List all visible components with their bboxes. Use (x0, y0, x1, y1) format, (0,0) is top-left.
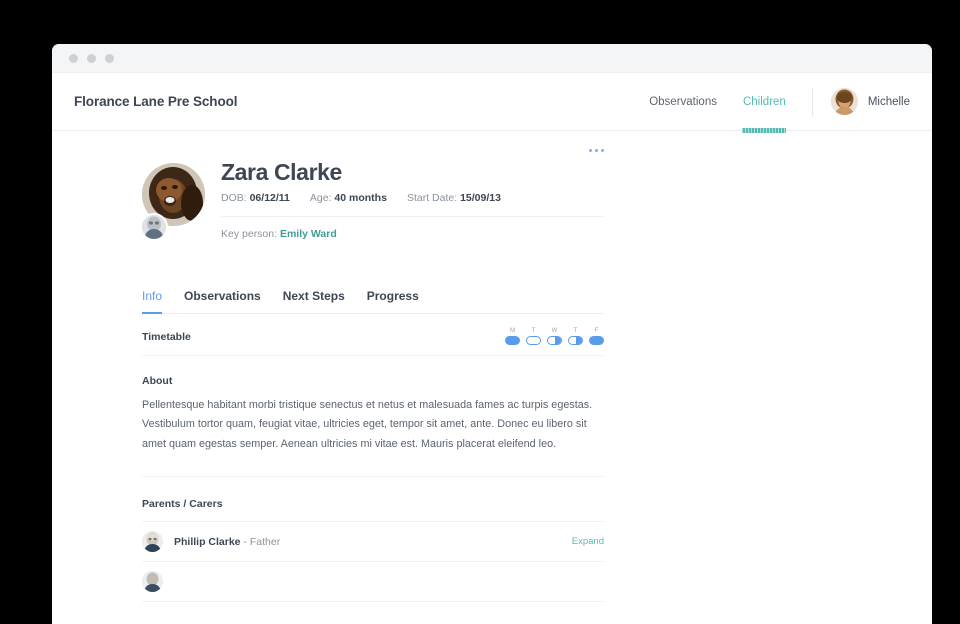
day-letter: W (551, 327, 558, 334)
traffic-light-dot-2[interactable] (87, 53, 96, 63)
divider (221, 215, 604, 217)
parent-name: Phillip Clarke - Father (174, 536, 280, 548)
kebab-dot-2 (595, 149, 598, 152)
avatar (830, 88, 858, 115)
meta-start-date-label: Start Date: (406, 191, 458, 204)
tab-observations-label: Observations (184, 288, 261, 303)
nav-item-observations[interactable]: Observations (649, 73, 717, 130)
day-letter: F (594, 327, 599, 334)
about-title: About (142, 374, 173, 387)
profile-tabs: Info Observations Next Steps Progress (142, 289, 604, 314)
tab-info-label: Info (142, 288, 163, 303)
tab-next-steps-label: Next Steps (282, 288, 345, 303)
key-person-label: Key person: (221, 227, 278, 240)
about-section: About Pellentesque habitant morbi tristi… (142, 356, 604, 478)
app-brand-title: Florance Lane Pre School (74, 94, 238, 109)
tab-progress-label: Progress (366, 288, 419, 303)
avatar[interactable] (140, 212, 168, 241)
meta-dob: DOB: 06/12/11 (221, 192, 290, 204)
meta-age-label: Age: (309, 191, 332, 204)
meta-age-value: 40 months (334, 191, 387, 204)
nav-item-children-label: Children (742, 95, 786, 108)
day-letter: M (510, 327, 515, 334)
timetable-label: Timetable (142, 330, 191, 343)
timetable-day-friday[interactable]: F (589, 328, 604, 345)
content-column: Zara Clarke DOB: 06/12/11 Age: 40 months (140, 131, 604, 603)
tab-next-steps[interactable]: Next Steps (283, 289, 345, 313)
device-frame: Florance Lane Pre School Observations Ch… (14, 8, 946, 624)
user-name-label: Michelle (867, 95, 910, 108)
more-options-icon[interactable] (589, 149, 604, 152)
page-title: Zara Clarke (221, 159, 342, 185)
avatar (142, 571, 163, 593)
browser-window: Florance Lane Pre School Observations Ch… (52, 44, 932, 624)
meta-start-date-value: 15/09/13 (460, 191, 501, 204)
day-letter: T (573, 327, 578, 334)
timetable-section: Timetable M T W T F (142, 314, 604, 356)
timetable-day-monday[interactable]: M (505, 328, 520, 345)
about-text: Pellentesque habitant morbi tristique se… (142, 398, 593, 450)
timetable-days: M T W T F (505, 328, 604, 345)
traffic-light-dot-1[interactable] (69, 53, 78, 63)
attendance-pill-icon (589, 335, 604, 345)
attendance-pill-icon (568, 335, 583, 345)
profile-details: Zara Clarke DOB: 06/12/11 Age: 40 months (221, 158, 604, 240)
list-item: Phillip Clarke - Father Expand (142, 522, 604, 563)
meta-dob-label: DOB: (221, 191, 247, 204)
key-person-row: Key person: Emily Ward (221, 228, 604, 240)
kebab-dot-3 (601, 149, 604, 152)
tab-info[interactable]: Info (142, 288, 163, 314)
child-avatar-wrapper (140, 158, 205, 241)
browser-titlebar (52, 44, 932, 73)
nav-active-indicator (742, 128, 787, 133)
parent-name-text: Phillip Clarke (174, 535, 241, 548)
page-content: Zara Clarke DOB: 06/12/11 Age: 40 months (52, 131, 932, 624)
meta-age: Age: 40 months (310, 192, 387, 204)
timetable-day-wednesday[interactable]: W (547, 328, 562, 345)
header-divider (811, 87, 813, 116)
user-menu[interactable]: Michelle (830, 88, 910, 115)
nav-item-observations-label: Observations (649, 95, 717, 108)
meta-start-date: Start Date: 15/09/13 (407, 192, 501, 204)
timetable-day-thursday[interactable]: T (568, 328, 583, 345)
meta-dob-value: 06/12/11 (249, 191, 290, 204)
kebab-dot-1 (589, 149, 592, 152)
profile-meta-row: DOB: 06/12/11 Age: 40 months Start Date:… (221, 192, 604, 204)
tab-observations[interactable]: Observations (184, 289, 261, 313)
nav-item-children[interactable]: Children (742, 73, 787, 133)
attendance-pill-icon (505, 335, 520, 345)
timetable-day-tuesday[interactable]: T (526, 328, 541, 345)
attendance-pill-icon (547, 335, 562, 345)
header-nav: Observations Children Michelle (623, 73, 910, 133)
avatar (142, 531, 163, 553)
traffic-light-dot-3[interactable] (105, 53, 114, 63)
list-item (142, 562, 604, 603)
expand-button[interactable]: Expand (572, 536, 604, 547)
parent-relation-text: - Father (240, 535, 281, 548)
parents-section-title: Parents / Carers (142, 477, 604, 523)
tab-progress[interactable]: Progress (367, 289, 419, 313)
child-profile-header: Zara Clarke DOB: 06/12/11 Age: 40 months (140, 131, 604, 241)
app-header: Florance Lane Pre School Observations Ch… (52, 73, 932, 133)
day-letter: T (531, 327, 536, 334)
attendance-pill-icon (526, 335, 541, 345)
key-person-link[interactable]: Emily Ward (280, 228, 337, 240)
